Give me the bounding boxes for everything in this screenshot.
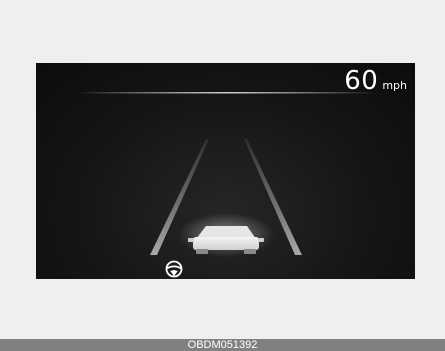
speed-value: 60 [344, 66, 379, 96]
speed-unit: mph [382, 79, 407, 92]
image-code-caption: OBDM051392 [0, 339, 445, 351]
set-speed-readout: 60 mph [344, 66, 407, 96]
cluster-display: 60 mph [36, 63, 415, 279]
horizon-line [76, 92, 376, 94]
lead-vehicle-icon [178, 213, 274, 257]
steering-wheel-icon [165, 260, 183, 278]
